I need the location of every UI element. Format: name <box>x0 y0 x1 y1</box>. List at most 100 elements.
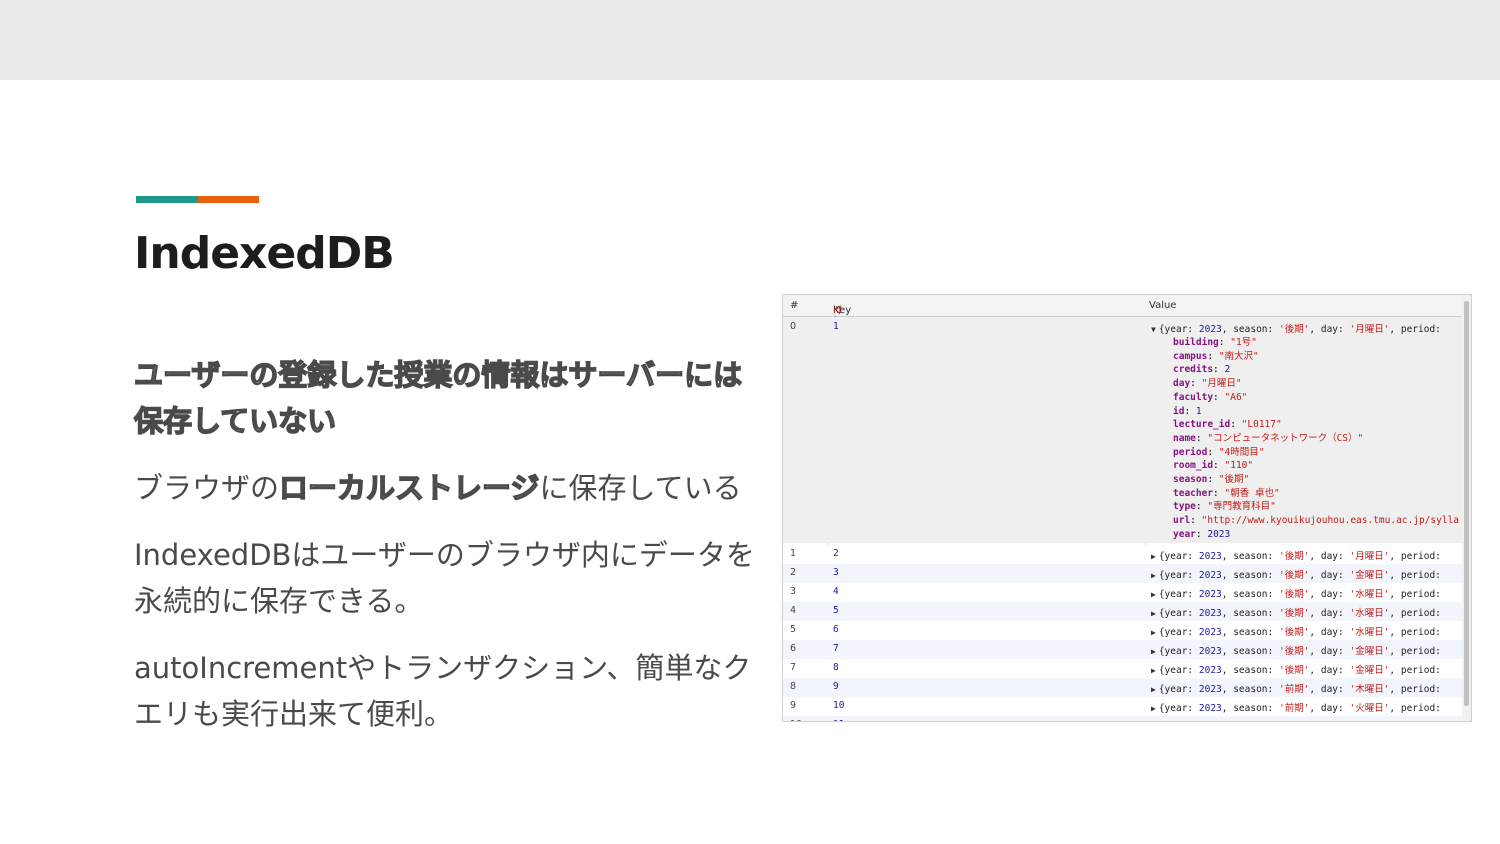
field-name: period <box>1173 446 1208 458</box>
row-key: 2 <box>833 548 839 559</box>
field-name: faculty <box>1173 391 1214 403</box>
expand-triangle-icon[interactable]: ▶ <box>1151 666 1156 675</box>
expanded-field: year: 2023 <box>1173 528 1231 540</box>
scrollbar[interactable] <box>1462 295 1471 721</box>
expanded-field: day: "月曜日" <box>1173 378 1242 390</box>
expand-triangle-icon[interactable]: ▶ <box>1151 628 1156 637</box>
header-value[interactable]: Value <box>1149 300 1176 311</box>
row-day: '月曜日' <box>1349 551 1390 562</box>
table-row[interactable]: 5 6 ▶ {year: 2023, season: '後期', day: '水曜日'… <box>783 621 1463 640</box>
row-key: 10 <box>833 700 845 711</box>
scrollbar-thumb[interactable] <box>1464 301 1469 706</box>
field-name: building <box>1173 337 1219 348</box>
table-row[interactable]: 9 10 ▶ {year: 2023, season: '前期', day: '火曜日… <box>783 697 1463 716</box>
row-day: '水曜日' <box>1349 627 1390 638</box>
row-year: 2023 <box>1198 627 1222 638</box>
row-day: '金曜日' <box>1349 570 1390 581</box>
row-value-summary[interactable]: ▶ {year: 2023, season: '後期', day: '金曜日', … <box>1151 662 1441 676</box>
field-name: day <box>1173 378 1191 390</box>
bullet2-pre: ブラウザの <box>134 471 280 505</box>
expand-triangle-icon[interactable]: ▼ <box>1151 325 1156 334</box>
field-value: 1 <box>1195 405 1202 417</box>
expand-triangle-icon[interactable]: ▶ <box>1151 609 1156 618</box>
expand-triangle-icon[interactable]: ▶ <box>1151 571 1156 580</box>
field-value: "110" <box>1224 460 1254 472</box>
field-name: teacher <box>1173 487 1214 499</box>
row-value-summary[interactable]: ▶{year: 2023, season: '後期', day: '水曜日', … <box>1151 605 1441 619</box>
table-row[interactable]: 8 9 ▶ {year: 2023, season: '前期', day: '木曜日'… <box>783 678 1463 697</box>
table-row[interactable]: 4 5 ▶ {year: 2023, season: '後期', day: '水曜日'… <box>783 602 1463 621</box>
summary-day: '月曜日' <box>1349 324 1390 335</box>
row-key: 7 <box>833 643 839 654</box>
row-day: '木曜日' <box>1349 684 1390 695</box>
field-name: id <box>1173 405 1185 417</box>
expand-triangle-icon[interactable]: ▶ <box>1151 590 1156 599</box>
row-day: '金曜日' <box>1349 665 1390 676</box>
field-value: "南大沢" <box>1218 350 1259 362</box>
row-index: 3 <box>790 586 797 597</box>
expand-triangle-icon[interactable]: ▶ <box>1151 704 1156 713</box>
table-header: # Key (Key path: "id") Value <box>783 295 1471 349</box>
row-value-summary[interactable]: ▶ {year: 2023, season: '前期', day: '木曜日', … <box>1151 681 1441 695</box>
field-name: name <box>1173 432 1196 444</box>
expand-triangle-icon[interactable]: ▶ <box>1151 647 1156 656</box>
row-key: 6 <box>833 624 839 635</box>
field-value: "コンピュータネットワーク（CS）" <box>1207 432 1364 444</box>
row-year: 2023 <box>1198 608 1222 619</box>
bullet-autoincrement: autoIncrementやトランザクション、簡単なクエリも実行出来て便利。 <box>134 651 752 731</box>
header-key-suffix: ") <box>833 305 842 316</box>
table-row[interactable]: 1 2 ▶ {year: 2023, season: '後期', day: '月曜日'… <box>783 545 1463 564</box>
field-value: "朝香 卓也" <box>1224 487 1280 499</box>
row-key: 9 <box>833 681 839 692</box>
table-row[interactable]: 7 8 ▶ {year: 2023, season: '後期', day: '金曜日'… <box>783 659 1463 678</box>
row-day: '火曜日' <box>1349 703 1390 714</box>
row-index: 5 <box>790 624 797 635</box>
expanded-field: campus: "南大沢" <box>1173 350 1259 362</box>
row-year: 2023 <box>1198 570 1222 581</box>
row-season: '後期' <box>1278 608 1310 619</box>
row-value-summary[interactable]: ▶{year: 2023, season: '後期', day: '水曜日', … <box>1151 624 1441 638</box>
expanded-field: id: 1 <box>1173 405 1202 417</box>
row-value-summary[interactable]: ▼ {year: 2023, season: '後期', day: '月曜日', … <box>1151 321 1441 335</box>
expanded-field: room_id: "110" <box>1173 460 1254 472</box>
row-season: '後期' <box>1278 627 1310 638</box>
field-name: room_id <box>1173 460 1214 472</box>
table-row[interactable]: 3 4 ▶ {year: 2023, season: '後期', day: '水曜日'… <box>783 583 1463 602</box>
header-index: # <box>790 300 799 311</box>
field-value: 2 <box>1224 364 1231 376</box>
summary-season: '後期' <box>1278 324 1310 335</box>
row-index: 2 <box>790 567 797 578</box>
field-value: "http://www.kyouikujouhou.eas.tmu.ac.jp/… <box>1201 515 1460 527</box>
row-value-summary[interactable]: ▶ {year: 2023, season: '後期', day: '金曜日', … <box>1151 567 1441 581</box>
table-row[interactable]: 6 7 ▶ {year: 2023, season: '後期', day: '金曜日'… <box>783 640 1463 659</box>
field-value: "L0117" <box>1241 419 1282 431</box>
field-value: "後期" <box>1218 474 1250 486</box>
row-value-summary[interactable]: ▶ {year: 2023, season: '後期', day: '月曜日', … <box>1151 548 1441 562</box>
expanded-field: type: "専門教育科目" <box>1173 501 1276 513</box>
row-value-summary[interactable]: ▶ {year: 2023, season: '前期', day: '火曜日', … <box>1151 700 1441 714</box>
row-key: 1 <box>833 321 839 332</box>
bullet2-post: に保存している <box>539 471 742 505</box>
field-value: "1号" <box>1230 337 1257 348</box>
table-row[interactable]: 10 11 ▶{year: 2023, season: '後期', day: '水曜… <box>783 716 1463 721</box>
field-name: credits <box>1173 364 1214 376</box>
bullet-indexeddb: IndexedDBはユーザーのブラウザ内にデータを永続的に保存できる。 <box>134 538 755 618</box>
table-row[interactable]: 2 3 ▶ {year: 2023, season: '後期', day: '金曜日'… <box>783 564 1463 583</box>
row-value-summary[interactable]: ▶{year: 2023, season: '後期', day: '水曜日', … <box>1151 719 1441 721</box>
table-row-expanded[interactable]: 0 1 ▼ {year: 2023, season: '後期', day: '月曜… <box>783 317 1463 543</box>
field-value: "A6" <box>1224 391 1248 403</box>
expand-triangle-icon[interactable]: ▶ <box>1151 552 1156 561</box>
field-name: campus <box>1173 350 1208 362</box>
expand-triangle-icon[interactable]: ▶ <box>1151 685 1156 694</box>
field-name: lecture_id <box>1173 419 1231 431</box>
row-key: 4 <box>833 586 839 597</box>
row-value-summary[interactable]: ▶{year: 2023, season: '後期', day: '水曜日', … <box>1151 586 1441 600</box>
field-name: url <box>1173 515 1191 527</box>
row-season: '後期' <box>1278 665 1310 676</box>
row-year: 2023 <box>1198 551 1222 562</box>
row-day: '水曜日' <box>1349 608 1390 619</box>
bullet2-outlined: ローカルストレージ <box>278 470 540 505</box>
row-value-summary[interactable]: ▶ {year: 2023, season: '後期', day: '金曜日', … <box>1151 643 1441 657</box>
field-value: 2023 <box>1207 528 1231 540</box>
row-day: '水曜日' <box>1349 589 1390 600</box>
